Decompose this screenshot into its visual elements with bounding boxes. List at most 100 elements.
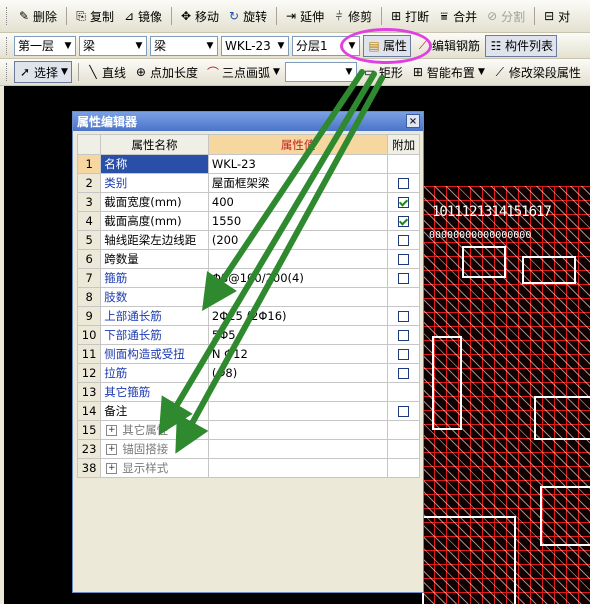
property-row[interactable]: 13 其它箍筋 <box>76 382 420 402</box>
edit-rebar-button[interactable]: ⟋ 编辑钢筋 <box>413 35 483 57</box>
property-row[interactable]: 15 + 其它属性 <box>76 420 420 440</box>
element-select[interactable]: WKL-23 ▼ <box>221 35 289 56</box>
column-header-value[interactable]: 属性值 <box>207 134 389 155</box>
append-checkbox[interactable] <box>398 197 410 208</box>
property-value[interactable] <box>207 401 389 421</box>
smart-layout-button[interactable]: ⊞ 智能布置 ▼ <box>408 61 488 83</box>
toolbar-grip[interactable] <box>6 7 10 25</box>
rect-button[interactable]: ▭ 矩形 <box>360 61 406 83</box>
expand-icon[interactable]: + <box>106 444 118 455</box>
append-checkbox[interactable] <box>398 254 410 265</box>
axis-labels: 1011121314151617 <box>432 204 552 220</box>
property-value[interactable] <box>207 249 389 269</box>
property-row[interactable]: 8 肢数 4 <box>76 287 420 307</box>
category-select[interactable]: 梁 ▼ <box>79 35 147 56</box>
property-value[interactable]: WKL-23 <box>207 154 389 174</box>
wall-outline <box>540 486 590 546</box>
property-row[interactable]: 38 + 显示样式 <box>76 458 420 478</box>
property-value[interactable]: 2Φ25 (2Φ16) <box>207 306 389 326</box>
close-button[interactable]: × <box>406 114 420 128</box>
property-value[interactable] <box>207 420 389 440</box>
select-button[interactable]: ➚ 选择 ▼ <box>14 61 72 83</box>
append-checkbox[interactable] <box>398 368 410 379</box>
layer-select[interactable]: 分层1 ▼ <box>292 35 360 56</box>
rotate-button[interactable]: ↻ 旋转 <box>224 5 270 27</box>
append-checkbox[interactable] <box>398 311 410 322</box>
property-value[interactable]: 屋面框架梁 <box>207 173 389 193</box>
separator <box>534 7 536 25</box>
element-list-button[interactable]: ☷ 构件列表 <box>485 34 558 57</box>
split-button[interactable]: ⊘ 分割 <box>482 5 528 27</box>
property-value[interactable]: (200 <box>207 230 389 250</box>
break-button[interactable]: ⊞ 打断 <box>386 5 432 27</box>
append-checkbox[interactable] <box>398 178 410 189</box>
property-row[interactable]: 12 拉筋 (Φ8) <box>76 363 420 383</box>
toolbar-grip[interactable] <box>6 36 10 55</box>
append-checkbox[interactable] <box>398 349 410 360</box>
property-value[interactable]: 4 <box>207 287 389 307</box>
property-row[interactable]: 3 截面宽度(mm) 400 <box>76 192 420 212</box>
append-checkbox[interactable] <box>398 273 410 284</box>
expand-icon[interactable]: + <box>106 463 118 474</box>
property-row[interactable]: 23 + 锚固搭接 <box>76 439 420 459</box>
extend-button[interactable]: ⇥ 延伸 <box>281 5 327 27</box>
property-name: 下部通长筋 <box>100 325 209 345</box>
properties-button[interactable]: ▤ 属性 <box>363 34 412 57</box>
line-button[interactable]: ╲ 直线 <box>83 61 129 83</box>
trim-button[interactable]: ⫩ 修剪 <box>329 5 375 27</box>
property-value[interactable]: 5Φ5 <box>207 325 389 345</box>
append-checkbox[interactable] <box>398 216 410 227</box>
property-group[interactable]: + 显示样式 <box>100 458 209 478</box>
property-group[interactable]: + 锚固搭接 <box>100 439 209 459</box>
property-row[interactable]: 9 上部通长筋 2Φ25 (2Φ16) <box>76 306 420 326</box>
wall-outline <box>432 336 462 430</box>
property-value[interactable] <box>207 458 389 478</box>
property-value[interactable]: 1550 <box>207 211 389 231</box>
subcategory-select[interactable]: 梁 ▼ <box>150 35 218 56</box>
property-value[interactable]: N Φ12 <box>207 344 389 364</box>
expand-icon[interactable]: + <box>106 425 118 436</box>
three-point-arc-button[interactable]: ⌒ 三点画弧 ▼ <box>203 61 283 83</box>
append-checkbox[interactable] <box>398 235 410 246</box>
dialog-titlebar[interactable]: 属性编辑器 × <box>73 112 423 131</box>
property-value[interactable]: (Φ8) <box>207 363 389 383</box>
point-length-button[interactable]: ⊕ 点加长度 <box>131 61 201 83</box>
align-button[interactable]: ⊟ 对 <box>539 5 573 27</box>
property-row[interactable]: 4 截面高度(mm) 1550 <box>76 211 420 231</box>
property-row[interactable]: 7 箍筋 Φ8@100/200(4) <box>76 268 420 288</box>
append-cell <box>387 439 420 459</box>
mirror-button[interactable]: ⊿ 镜像 <box>119 5 165 27</box>
shape-select[interactable]: ▼ <box>284 62 357 82</box>
property-value[interactable] <box>207 382 389 402</box>
property-value[interactable] <box>207 439 389 459</box>
toolbar-grip[interactable] <box>6 63 10 81</box>
move-button[interactable]: ✥ 移动 <box>176 5 222 27</box>
property-row[interactable]: 6 跨数量 <box>76 249 420 269</box>
row-number: 13 <box>76 382 102 402</box>
modify-span-button[interactable]: ⟋ 修改梁段属性 <box>490 61 584 83</box>
delete-button[interactable]: ✎ 删除 <box>14 5 60 27</box>
pointer-icon: ➚ <box>19 65 31 79</box>
copy-button[interactable]: ⎘ 复制 <box>71 5 117 27</box>
property-row[interactable]: 14 备注 <box>76 401 420 421</box>
property-value[interactable]: Φ8@100/200(4) <box>207 268 389 288</box>
property-value[interactable]: 400 <box>207 192 389 212</box>
property-name: 肢数 <box>100 287 209 307</box>
separator <box>171 7 173 25</box>
merge-button[interactable]: ⩸ 合并 <box>434 5 480 27</box>
property-row[interactable]: 10 下部通长筋 5Φ5 <box>76 325 420 345</box>
property-row[interactable]: 1 名称 WKL-23 <box>76 154 420 174</box>
chevron-down-icon: ▼ <box>206 40 214 51</box>
wall-outline <box>422 516 516 604</box>
property-row[interactable]: 5 轴线距梁左边线距 (200 <box>76 230 420 250</box>
property-group[interactable]: + 其它属性 <box>100 420 209 440</box>
column-header-name[interactable]: 属性名称 <box>100 134 209 155</box>
property-row[interactable]: 11 侧面构造或受扭 N Φ12 <box>76 344 420 364</box>
column-header-add[interactable]: 附加 <box>387 134 420 155</box>
floor-select[interactable]: 第一层 ▼ <box>14 35 76 56</box>
chevron-down-icon: ▼ <box>272 67 280 77</box>
list-icon: ☷ <box>490 38 502 53</box>
property-row[interactable]: 2 类别 屋面框架梁 <box>76 173 420 193</box>
append-checkbox[interactable] <box>398 330 410 341</box>
append-checkbox[interactable] <box>398 406 410 417</box>
